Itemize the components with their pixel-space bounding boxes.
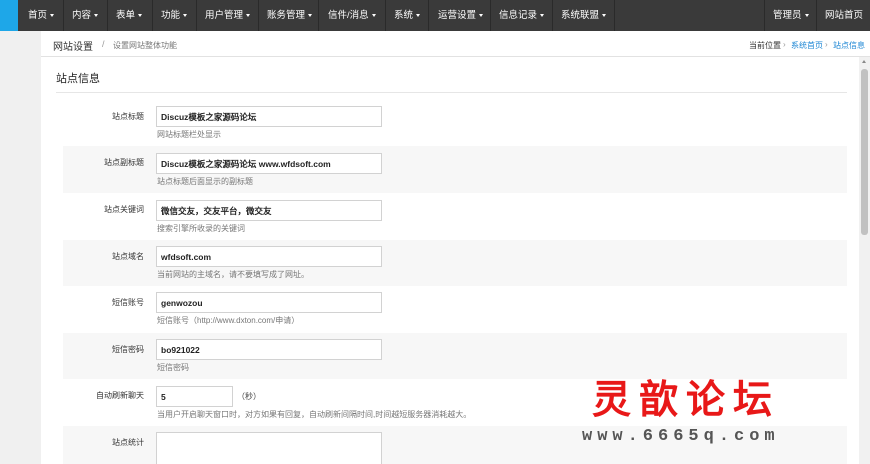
field-label: 短信账号 <box>112 298 144 307</box>
nav-item-label: 管理员 <box>773 10 802 21</box>
nav-item-content[interactable]: 内容 <box>72 0 99 31</box>
chevron-right-icon: › <box>783 40 786 49</box>
nav-item-label: 系统联盟 <box>561 10 600 21</box>
nav-divider <box>196 0 197 31</box>
chevron-down-icon <box>479 13 484 17</box>
site-domain-input[interactable] <box>156 246 382 267</box>
field-label: 站点关键词 <box>104 205 144 214</box>
chevron-down-icon <box>138 13 143 17</box>
field-label: 站点标题 <box>112 112 144 121</box>
section-title: 站点信息 <box>56 73 100 85</box>
nav-divider <box>552 0 553 31</box>
field-label: 短信密码 <box>112 345 144 354</box>
nav-item-label: 信件/消息 <box>328 10 369 21</box>
chevron-down-icon <box>50 13 55 17</box>
nav-item-system-union[interactable]: 系统联盟 <box>561 0 607 31</box>
nav-item-operation-settings[interactable]: 运营设置 <box>438 0 484 31</box>
nav-divider <box>764 0 765 31</box>
unit-label: （秒） <box>237 392 261 401</box>
scroll-up-icon[interactable] <box>862 60 866 63</box>
form-row-site-title: 站点标题 网站标题栏处显示 <box>63 100 847 146</box>
chat-refresh-interval-input[interactable] <box>156 386 233 407</box>
nav-item-label: 系统 <box>394 10 414 21</box>
watermark-title: 灵歆论坛 <box>592 377 781 423</box>
field-label: 自动刷新聊天 <box>96 391 144 400</box>
nav-item-label: 信息记录 <box>499 10 538 21</box>
field-label: 站点统计 <box>112 438 144 447</box>
field-hint: 搜索引擎所收录的关键词 <box>157 224 245 233</box>
breadcrumb-separator: / <box>102 39 105 49</box>
nav-divider <box>318 0 319 31</box>
nav-item-home[interactable]: 首页 <box>28 0 55 31</box>
sms-password-input[interactable] <box>156 339 382 360</box>
field-hint: 短信账号（http://www.dxton.com/申请） <box>157 316 300 325</box>
site-title-input[interactable] <box>156 106 382 127</box>
field-hint: 当前网站的主域名，请不要填写成了网址。 <box>157 270 309 279</box>
form-row-site-domain: 站点域名 当前网站的主域名，请不要填写成了网址。 <box>63 240 847 286</box>
nav-item-messages[interactable]: 信件/消息 <box>328 0 376 31</box>
site-keywords-input[interactable] <box>156 200 382 221</box>
nav-divider <box>490 0 491 31</box>
nav-item-label: 用户管理 <box>205 10 244 21</box>
site-subtitle-input[interactable] <box>156 153 382 174</box>
top-navbar: 首页 内容 表单 功能 用户管理 账务管理 信件/消息 系统 运营设置 信息记录… <box>0 0 870 31</box>
brand-accent <box>0 0 18 31</box>
breadcrumb-link-current[interactable]: 站点信息 <box>833 40 865 51</box>
breadcrumb: 网站设置 / 设置网站整体功能 当前位置 › 系统首页 › 站点信息 <box>41 31 870 57</box>
field-hint: 站点标题后面显示的副标题 <box>157 177 253 186</box>
nav-item-label: 表单 <box>116 10 136 21</box>
nav-divider <box>63 0 64 31</box>
breadcrumb-link-home[interactable]: 系统首页 <box>791 40 823 51</box>
section-divider <box>56 92 847 93</box>
nav-divider <box>258 0 259 31</box>
nav-divider <box>152 0 153 31</box>
field-hint: 短信密码 <box>157 363 189 372</box>
current-location-label: 当前位置 <box>749 41 781 50</box>
nav-item-user-management[interactable]: 用户管理 <box>205 0 251 31</box>
form-row-sms-account: 短信账号 短信账号（http://www.dxton.com/申请） <box>63 286 847 333</box>
nav-item-admin[interactable]: 管理员 <box>773 0 809 31</box>
nav-item-label: 运营设置 <box>438 10 477 21</box>
nav-item-forms[interactable]: 表单 <box>116 0 143 31</box>
field-hint: 当用户开启聊天窗口时，对方如果有回复，自动刷新间隔时间,时间越短服务器消耗越大。 <box>157 410 472 419</box>
scrollbar-thumb[interactable] <box>861 69 868 235</box>
nav-item-label: 内容 <box>72 10 92 21</box>
nav-item-info-records[interactable]: 信息记录 <box>499 0 545 31</box>
chevron-down-icon <box>246 13 251 17</box>
chevron-down-icon <box>602 13 607 17</box>
chevron-down-icon <box>371 13 376 17</box>
field-label: 站点副标题 <box>104 158 144 167</box>
page-title: 网站设置 <box>53 42 93 53</box>
form-row-site-subtitle: 站点副标题 站点标题后面显示的副标题 <box>63 146 847 193</box>
nav-divider <box>428 0 429 31</box>
chevron-right-icon: › <box>825 40 828 49</box>
nav-divider <box>385 0 386 31</box>
nav-item-label: 账务管理 <box>267 10 306 21</box>
nav-item-functions[interactable]: 功能 <box>161 0 188 31</box>
nav-item-label: 网站首页 <box>825 10 864 21</box>
watermark-url: www.6665q.com <box>582 427 780 446</box>
vertical-scrollbar[interactable] <box>859 57 870 464</box>
form-row-site-keywords: 站点关键词 搜索引擎所收录的关键词 <box>63 193 847 240</box>
nav-divider <box>816 0 817 31</box>
sms-account-input[interactable] <box>156 292 382 313</box>
nav-item-account-management[interactable]: 账务管理 <box>267 0 313 31</box>
chevron-down-icon <box>804 13 809 17</box>
field-label: 站点域名 <box>112 252 144 261</box>
field-hint: 网站标题栏处显示 <box>157 130 221 139</box>
chevron-down-icon <box>308 13 313 17</box>
nav-item-system[interactable]: 系统 <box>394 0 421 31</box>
chevron-down-icon <box>94 13 99 17</box>
nav-divider <box>614 0 615 31</box>
page-subtitle: 设置网站整体功能 <box>113 41 177 50</box>
nav-item-site-home[interactable]: 网站首页 <box>825 0 863 31</box>
nav-divider <box>107 0 108 31</box>
nav-item-label: 首页 <box>28 10 48 21</box>
site-stats-textarea[interactable] <box>156 432 382 464</box>
chevron-down-icon <box>183 13 188 17</box>
chevron-down-icon <box>416 13 421 17</box>
nav-item-label: 功能 <box>161 10 181 21</box>
chevron-down-icon <box>540 13 545 17</box>
